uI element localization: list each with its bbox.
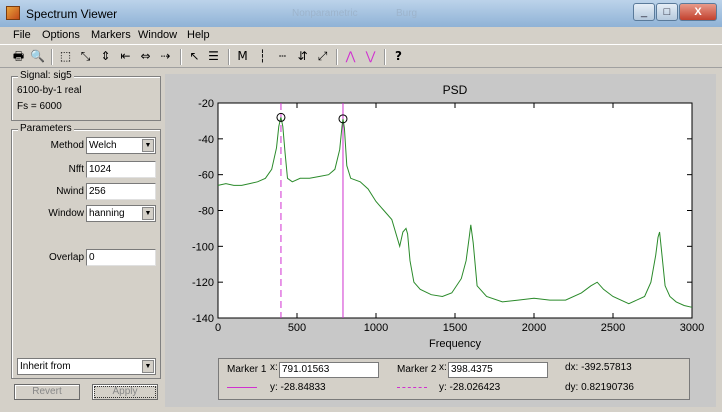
y-tick-label: -80 [198, 206, 214, 218]
set-linked-icon[interactable]: ☰ [205, 48, 222, 65]
y-tick-label: -20 [198, 98, 214, 110]
y-tick-label: -120 [192, 277, 214, 289]
background-window-title: Nonparametric [292, 8, 358, 19]
inherit-from-value: Inherit from [20, 361, 71, 372]
full-view-icon[interactable]: ⤡ [77, 48, 94, 65]
method-select[interactable]: Welch ▼ [86, 137, 156, 154]
menu-options[interactable]: Options [42, 29, 80, 41]
menu-markers[interactable]: Markers [91, 29, 131, 41]
delta-x-value: dx: -392.57813 [565, 362, 632, 373]
slope-markers-icon[interactable]: ⤢ [314, 48, 331, 65]
marker1-label: Marker 1 [227, 364, 267, 375]
window-value: hanning [89, 208, 125, 219]
marker1-line-sample [227, 387, 257, 388]
marker1-x-label: x: [270, 362, 278, 373]
title-bar[interactable]: Spectrum Viewer Nonparametric Burg _ □ X [0, 0, 722, 27]
parameters-panel-title: Parameters [18, 123, 74, 134]
x-tick-label: 2500 [601, 322, 625, 334]
window-select[interactable]: hanning ▼ [86, 205, 156, 222]
vertical-markers-icon[interactable]: ┆ [254, 48, 271, 65]
select-icon[interactable]: ↖ [186, 48, 203, 65]
nwind-label: Nwind [56, 186, 84, 197]
zoom-out-x-icon[interactable]: ⇤ [117, 48, 134, 65]
x-tick-label: 500 [288, 322, 306, 334]
inherit-from-select[interactable]: Inherit from ▼ [17, 358, 156, 375]
apply-button[interactable]: Apply [92, 384, 158, 400]
matlab-icon [6, 6, 20, 20]
close-button[interactable]: X [679, 3, 717, 21]
window-label: Window [48, 208, 84, 219]
revert-button[interactable]: Revert [14, 384, 80, 400]
x-tick-label: 1500 [443, 322, 467, 334]
chart-title: PSD [443, 83, 468, 97]
x-tick-label: 3000 [680, 322, 704, 334]
toolbar-separator [228, 49, 230, 65]
zoom-in-x-icon[interactable]: ⇔ [137, 48, 154, 65]
marker2-y-value: y: -28.026423 [439, 382, 501, 393]
toolbar-separator [180, 49, 182, 65]
marker1-y-value: y: -28.84833 [270, 382, 326, 393]
zoom-y-icon[interactable]: ⇕ [97, 48, 114, 65]
toolbar: 🖶 🔍 ⬚ ⤡ ⇕ ⇤ ⇔ ⇢ ↖ ☰ M ┆ ┄ ⇵ ⤢ ⋀ ⋁ ? [0, 44, 722, 68]
y-tick-label: -140 [192, 313, 214, 325]
window-title: Spectrum Viewer [26, 7, 118, 21]
nwind-field[interactable]: 256 [86, 183, 156, 200]
delta-y-value: dy: 0.82190736 [565, 382, 634, 393]
track-markers-icon[interactable]: ⇵ [294, 48, 311, 65]
print-icon[interactable]: 🖶 [10, 48, 27, 65]
maximize-button[interactable]: □ [656, 3, 678, 21]
minimize-button[interactable]: _ [633, 3, 655, 21]
signal-dims: 6100-by-1 real [17, 85, 82, 96]
menu-window[interactable]: Window [138, 29, 177, 41]
chevron-down-icon: ▼ [142, 360, 154, 373]
x-tick-label: 2000 [522, 322, 546, 334]
method-label: Method [50, 140, 84, 151]
x-tick-label: 0 [215, 322, 221, 334]
signal-panel-title: Signal: sig5 [18, 70, 74, 81]
axes-box [217, 102, 693, 319]
toolbar-separator [51, 49, 53, 65]
zoom-box-icon[interactable]: ⬚ [57, 48, 74, 65]
chevron-down-icon: ▼ [142, 207, 154, 220]
nfft-label: Nfft [68, 164, 84, 175]
parameters-panel: Parameters Method Welch ▼ Nfft 1024 Nwin… [11, 123, 161, 379]
toolbar-separator [384, 49, 386, 65]
nfft-field[interactable]: 1024 [86, 161, 156, 178]
print-preview-icon[interactable]: 🔍 [29, 48, 46, 65]
marker2-label: Marker 2 [397, 364, 437, 375]
chevron-down-icon: ▼ [142, 139, 154, 152]
overlap-label: Overlap [48, 252, 84, 263]
marker2-line-sample [397, 387, 427, 388]
x-tick-label: 1000 [364, 322, 388, 334]
menu-file[interactable]: File [13, 29, 31, 41]
background-window-title: Burg [396, 8, 418, 19]
signal-fs: Fs = 6000 [17, 101, 62, 112]
toolbar-separator [336, 49, 338, 65]
marker-readout-panel: Marker 1 x: 791.01563 y: -28.84833 Marke… [218, 358, 690, 400]
whats-this-icon[interactable]: ? [390, 48, 407, 65]
signal-panel: Signal: sig5 6100-by-1 real Fs = 6000 [11, 70, 161, 121]
marker1-x-field[interactable]: 791.01563 [279, 362, 379, 378]
menu-bar: File Options Markers Window Help [0, 27, 722, 44]
y-tick-label: -40 [198, 134, 214, 146]
x-axis-label: Frequency [429, 338, 481, 350]
peaks-icon[interactable]: ⋀ [342, 48, 359, 65]
method-value: Welch [89, 140, 117, 151]
y-tick-label: -100 [192, 241, 214, 253]
menu-help[interactable]: Help [187, 29, 210, 41]
valleys-icon[interactable]: ⋁ [362, 48, 379, 65]
markers-icon[interactable]: M [234, 48, 251, 65]
overlap-field[interactable]: 0 [86, 249, 156, 266]
mouse-zoom-icon[interactable]: ⇢ [157, 48, 174, 65]
marker2-x-field[interactable]: 398.4375 [448, 362, 548, 378]
marker2-x-label: x: [439, 362, 447, 373]
horizontal-markers-icon[interactable]: ┄ [274, 48, 291, 65]
y-tick-label: -60 [198, 170, 214, 182]
